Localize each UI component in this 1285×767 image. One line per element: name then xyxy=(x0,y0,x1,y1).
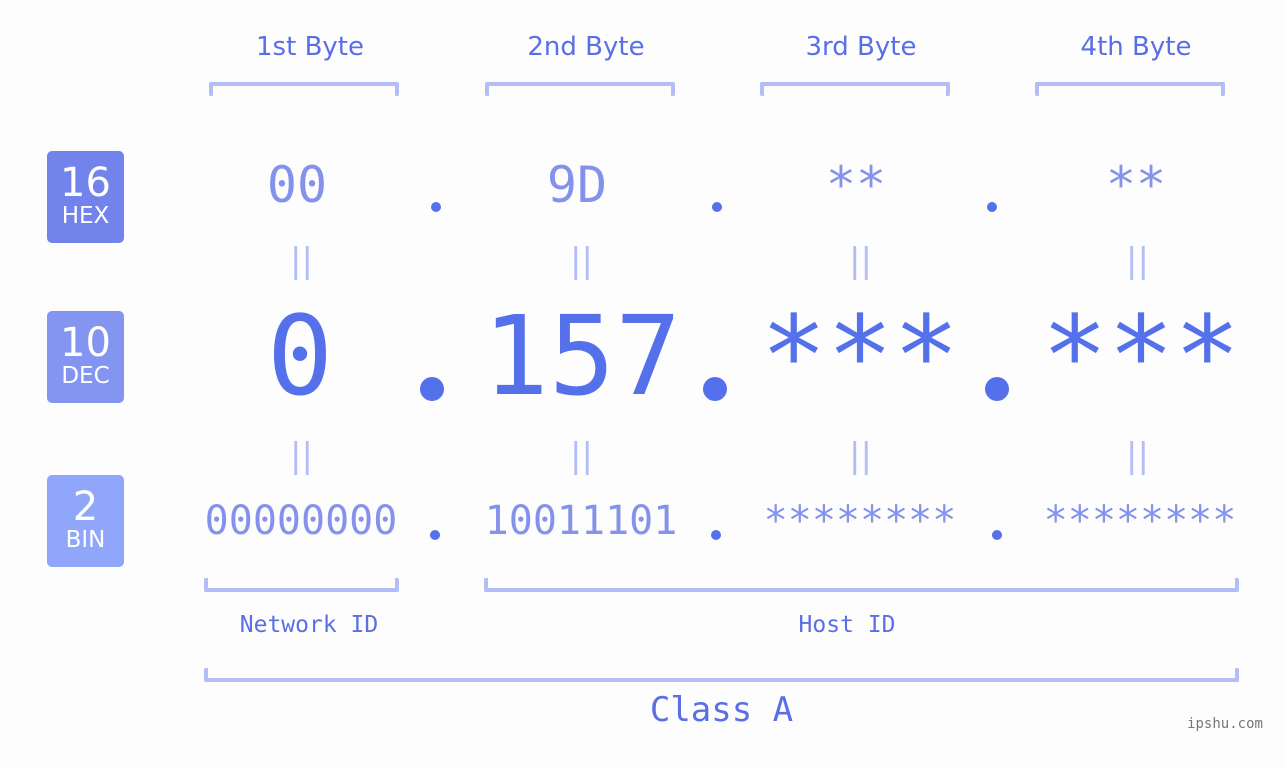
bin-separator-dot xyxy=(992,530,1002,540)
hex-value-1: 00 xyxy=(266,156,328,214)
byte-bracket-3 xyxy=(760,82,950,96)
dec-badge-label: DEC xyxy=(61,363,110,389)
hex-separator-dot xyxy=(431,202,441,212)
bin-separator-dot xyxy=(430,530,440,540)
byte-header-3: 3rd Byte xyxy=(805,32,917,62)
bin-value-2: 10011101 xyxy=(484,498,678,544)
hex-value-4: ** xyxy=(1105,156,1167,214)
hex-badge-label: HEX xyxy=(61,203,110,229)
class-label: Class A xyxy=(649,690,794,730)
equals-sign: || xyxy=(290,436,313,476)
hex-badge-number: 16 xyxy=(60,160,111,206)
hex-value-3: ** xyxy=(825,156,887,214)
class-bracket xyxy=(204,668,1239,682)
byte-header-1: 1st Byte xyxy=(256,32,364,62)
hex-separator-dot xyxy=(712,202,722,212)
dec-value-4: *** xyxy=(1041,292,1241,420)
bin-separator-dot xyxy=(711,530,721,540)
dec-value-1: 0 xyxy=(266,292,334,420)
byte-header-4: 4th Byte xyxy=(1080,32,1192,62)
host-id-label: Host ID xyxy=(798,612,896,638)
bin-value-1: 00000000 xyxy=(204,498,398,544)
byte-bracket-4 xyxy=(1035,82,1225,96)
equals-sign: || xyxy=(570,241,593,281)
byte-bracket-2 xyxy=(485,82,675,96)
bin-badge: 2 BIN xyxy=(47,475,124,567)
byte-bracket-1 xyxy=(209,82,399,96)
equals-sign: || xyxy=(1126,241,1149,281)
equals-sign: || xyxy=(570,436,593,476)
bin-badge-label: BIN xyxy=(65,527,106,553)
dec-value-2: 157 xyxy=(482,292,682,420)
host-id-bracket xyxy=(484,578,1239,592)
hex-separator-dot xyxy=(987,202,997,212)
equals-sign: || xyxy=(849,436,872,476)
byte-header-2: 2nd Byte xyxy=(527,32,645,62)
equals-sign: || xyxy=(290,241,313,281)
bin-value-4: ******** xyxy=(1043,498,1237,544)
dec-badge-number: 10 xyxy=(60,320,111,366)
hex-badge: 16 HEX xyxy=(47,151,124,243)
watermark: ipshu.com xyxy=(1187,716,1263,732)
equals-sign: || xyxy=(849,241,872,281)
dec-badge: 10 DEC xyxy=(47,311,124,403)
equals-sign: || xyxy=(1126,436,1149,476)
dec-separator-dot xyxy=(420,377,444,401)
bin-badge-number: 2 xyxy=(72,484,99,530)
network-id-bracket xyxy=(204,578,399,592)
network-id-label: Network ID xyxy=(239,612,379,638)
dec-separator-dot xyxy=(985,377,1009,401)
hex-value-2: 9D xyxy=(546,156,608,214)
dec-separator-dot xyxy=(703,377,727,401)
bin-value-3: ******** xyxy=(763,498,957,544)
dec-value-3: *** xyxy=(760,292,960,420)
